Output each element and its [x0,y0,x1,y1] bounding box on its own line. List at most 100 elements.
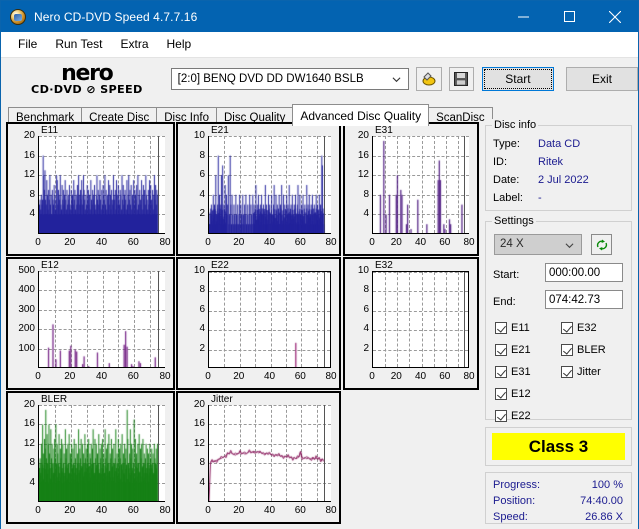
xtick-e32-20: 20 [390,371,402,382]
chart-title-e12: E12 [41,260,59,271]
xtick-e31-60: 60 [439,237,451,248]
class-badge-container: Class 3 [485,427,632,466]
drive-select-value: [2:0] BENQ DVD DD DW1640 BSLB [177,72,364,85]
chevron-down-icon [392,76,401,82]
ytick-e31-12: 12 [357,169,369,181]
checkbox-jitter-box [561,366,573,378]
plot-area-e11 [38,136,165,234]
ytick-e31-8: 8 [363,188,369,200]
ytick-e22-4: 4 [199,323,205,335]
chart-title-e31: E31 [375,125,393,136]
status-group: Progress: 100 % Position: 74:40.00 Speed… [485,472,632,524]
xtick-bler-40: 40 [95,505,108,516]
gridline-h [373,272,468,273]
exit-button-label: Exit [591,71,612,86]
checkbox-e22-box [495,410,507,422]
ytick-e12-400: 400 [18,284,35,296]
chart-e31: E31 4 8 12 16 20 0 20 40 60 80 [343,122,479,256]
chart-e11: E11 4 8 12 16 20 0 20 40 60 80 [6,122,175,256]
series-e11 [39,136,165,233]
window-title: Nero CD-DVD Speed 4.7.7.16 [34,9,198,24]
right-panel: Disc info Type: Data CD ID: Ritek Date: … [485,119,632,524]
checkbox-jitter-label: Jitter [577,366,601,378]
ytick-e21-8: 8 [199,149,205,161]
ytick-e32-6: 6 [363,303,369,315]
start-button-label: Start [505,71,531,86]
menu-item-run-test[interactable]: Run Test [46,34,111,54]
progress-value: 100 % [591,479,623,491]
xtick-bler-20: 20 [64,505,76,516]
ytick-e11-12: 12 [23,169,35,181]
xtick-jitter-80: 80 [325,505,337,516]
checkbox-e31-label: E31 [511,366,531,378]
maximize-icon[interactable] [546,1,592,32]
ytick-e12-500: 500 [18,265,35,276]
chart-e32: E32 2 4 6 8 10 0 20 40 60 80 [343,257,479,390]
ytick-e21-4: 4 [199,188,205,200]
xtick-e32-40: 40 [414,371,427,382]
speed-label: Speed: [493,511,528,523]
tab-advanced-disc-quality[interactable]: Advanced Disc Quality [292,104,430,126]
menu-item-help[interactable]: Help [158,34,201,54]
checkbox-e32[interactable]: E32 [561,322,597,334]
xtick-bler-80: 80 [159,505,171,516]
checkbox-e11[interactable]: E11 [495,322,530,334]
disc-scan-icon-button[interactable] [416,66,442,91]
checkbox-e31[interactable]: E31 [495,366,531,378]
ytick-e22-8: 8 [199,284,205,296]
close-icon[interactable] [592,1,638,32]
checkbox-bler[interactable]: BLER [561,344,606,356]
menu-item-file[interactable]: File [9,34,46,54]
gridline-v [445,272,447,367]
gridline-h [373,349,468,351]
xtick-jitter-40: 40 [263,505,276,516]
series-e21 [209,136,331,233]
ytick-e12-200: 200 [18,323,35,335]
disc-info-group: Disc info Type: Data CD ID: Ritek Date: … [485,119,632,211]
ytick-e21-10: 10 [193,130,205,141]
checkbox-jitter[interactable]: Jitter [561,366,601,378]
exit-button[interactable]: Exit [565,66,638,91]
class-badge-label: Class 3 [528,436,589,456]
speed-select-value: 24 X [500,238,524,250]
minimize-icon[interactable] [500,1,546,32]
ytick-e11-4: 4 [29,208,35,220]
chart-e22: E22 2 4 6 8 10 0 20 40 60 80 [176,257,341,390]
menu-item-extra[interactable]: Extra [111,34,157,54]
ytick-bler-20: 20 [23,399,35,410]
end-time-input[interactable]: 074:42.73 [545,290,623,309]
window-controls [500,1,638,32]
start-time-input[interactable]: 000:00.00 [545,263,623,282]
disc-info-title: Disc info [492,119,539,131]
nero-logo-main: nero [61,60,114,86]
xtick-e31-20: 20 [390,237,402,248]
ytick-e11-8: 8 [29,188,35,200]
xtick-e11-40: 40 [95,237,108,248]
xtick-e32-0: 0 [369,371,375,382]
ytick-e22-6: 6 [199,303,205,315]
start-button[interactable]: Start [481,66,554,91]
checkbox-e22[interactable]: E22 [495,410,531,422]
position-value: 74:40.00 [580,495,623,507]
series-bler [39,405,165,501]
checkbox-e21[interactable]: E21 [495,344,531,356]
disc-info-label-value: - [538,192,542,204]
checkbox-e12[interactable]: E12 [495,388,531,400]
plot-area-e21 [208,136,331,234]
checkbox-e32-box [561,322,573,334]
series-jitter [209,405,331,501]
chevron-down-icon [565,243,574,249]
ytick-jitter-8: 8 [199,457,205,469]
save-button[interactable] [448,66,474,91]
xtick-e11-0: 0 [35,237,41,248]
chart-title-e21: E21 [211,125,229,136]
chart-e21: E21 2 4 6 8 10 0 20 40 60 80 [176,122,341,256]
plot-area-bler [38,405,165,502]
nero-logo-sub: CD·DVD ⊘ SPEED [31,82,143,96]
xtick-bler-0: 0 [35,505,41,516]
refresh-button[interactable] [591,234,612,255]
charts-grid: E11 4 8 12 16 20 0 20 40 60 80 E21 2 4 6 8 10 0 20 40 60 80 E3… [6,122,479,524]
speed-select[interactable]: 24 X [494,234,582,255]
xtick-jitter-20: 20 [233,505,245,516]
drive-select[interactable]: [2:0] BENQ DVD DD DW1640 BSLB [170,67,410,90]
